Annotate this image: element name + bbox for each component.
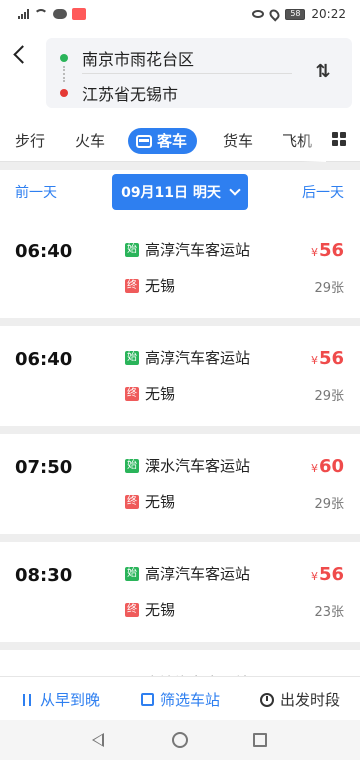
price-value: 56 — [318, 564, 344, 585]
wifi-icon — [34, 9, 48, 19]
seats-left: 29张 — [314, 281, 344, 296]
date-label: 09月11日 明天 — [121, 185, 221, 201]
origin-label: 南京市雨花台区 — [82, 50, 195, 69]
end-tag: 终 — [125, 387, 139, 401]
sort-button[interactable]: 从早到晚 — [20, 689, 100, 710]
start-station: 溧水汽车客运站 — [145, 457, 251, 475]
location-icon — [267, 6, 282, 22]
start-tag: 始 — [125, 567, 139, 581]
route-connector — [63, 66, 65, 82]
destination-label: 江苏省无锡市 — [82, 85, 179, 104]
destination-dot-icon — [60, 89, 68, 97]
nav-back-icon[interactable] — [92, 733, 104, 747]
nav-recent-icon[interactable] — [253, 733, 267, 747]
start-tag: 始 — [125, 459, 139, 473]
status-time: 20:22 — [311, 7, 346, 21]
start-tag: 始 — [125, 351, 139, 365]
trip-card[interactable]: 06:40 始 高淳汽车客运站 终 无锡 ¥56 29张 — [0, 218, 360, 318]
transport-tabs: 步行 火车 客车 货车 飞机 — [0, 118, 360, 162]
status-bar: 58 20:22 — [0, 0, 360, 28]
divider — [82, 73, 292, 74]
route-header: 南京市雨花台区 江苏省无锡市 ⇅ — [0, 28, 360, 118]
nav-home-icon[interactable] — [172, 732, 188, 748]
status-right: 58 20:22 — [252, 6, 346, 22]
filter-label: 筛选车站 — [160, 691, 221, 709]
trip-price: ¥56 — [311, 240, 344, 261]
date-bar: 前一天 09月11日 明天 后一天 — [0, 162, 360, 218]
prev-day-button[interactable]: 前一天 — [15, 182, 57, 202]
currency-symbol: ¥ — [310, 354, 318, 367]
route-box: 南京市雨花台区 江苏省无锡市 ⇅ — [46, 38, 352, 108]
end-tag: 终 — [125, 603, 139, 617]
start-station: 高淳汽车客运站 — [145, 241, 251, 259]
tab-walk[interactable]: 步行 — [15, 128, 45, 154]
origin-field[interactable]: 南京市雨花台区 — [60, 46, 194, 70]
chat-icon — [53, 9, 67, 19]
end-tag: 终 — [125, 495, 139, 509]
system-nav-bar — [0, 720, 360, 760]
origin-dot-icon — [60, 54, 68, 62]
clock-icon — [260, 692, 274, 707]
trip-price: ¥56 — [311, 348, 344, 369]
tab-fade — [302, 118, 326, 162]
grid-menu-icon[interactable] — [332, 132, 346, 146]
end-station: 无锡 — [145, 277, 176, 295]
trip-card[interactable]: 08:30 始 高淳汽车客运站 终 无锡 ¥56 23张 — [0, 542, 360, 642]
end-tag: 终 — [125, 279, 139, 293]
swap-icon[interactable]: ⇅ — [312, 61, 334, 83]
date-selector[interactable]: 09月11日 明天 — [112, 174, 248, 210]
start-station: 高淳汽车客运站 — [145, 349, 251, 367]
seats-left: 29张 — [314, 497, 344, 512]
filter-bar: 从早到晚 筛选车站 出发时段 — [0, 676, 360, 720]
filter-station-button[interactable]: 筛选车站 — [141, 689, 220, 710]
currency-symbol: ¥ — [310, 462, 318, 475]
trip-time: 07:50 — [15, 457, 73, 478]
trip-card[interactable]: 07:50 始 溧水汽车客运站 终 无锡 ¥60 29张 — [0, 434, 360, 534]
trip-card[interactable]: 06:40 始 高淳汽车客运站 终 无锡 ¥56 29张 — [0, 326, 360, 426]
seats-left: 23张 — [314, 605, 344, 620]
chevron-down-icon — [229, 184, 241, 196]
station-filter-icon — [141, 693, 154, 706]
price-value: 60 — [318, 456, 344, 477]
app-notification-icon — [72, 8, 86, 20]
bus-icon — [136, 134, 152, 148]
back-arrow-icon[interactable] — [12, 42, 32, 66]
end-station: 无锡 — [145, 493, 176, 511]
sort-label: 从早到晚 — [40, 691, 101, 709]
tab-truck[interactable]: 货车 — [223, 128, 253, 154]
currency-symbol: ¥ — [310, 246, 318, 259]
trip-price: ¥60 — [311, 456, 344, 477]
trip-time: 08:30 — [15, 565, 73, 586]
departure-time-button[interactable]: 出发时段 — [260, 689, 340, 710]
next-day-button[interactable]: 后一天 — [302, 182, 344, 202]
end-station: 无锡 — [145, 385, 176, 403]
depart-label: 出发时段 — [280, 691, 341, 709]
end-station: 无锡 — [145, 601, 176, 619]
trip-time: 06:40 — [15, 241, 73, 262]
eye-icon — [252, 10, 265, 18]
price-value: 56 — [318, 348, 344, 369]
tab-train[interactable]: 火车 — [75, 128, 105, 154]
seats-left: 29张 — [314, 389, 344, 404]
start-tag: 始 — [125, 243, 139, 257]
sort-icon — [20, 693, 34, 707]
tab-bus[interactable]: 客车 — [128, 128, 198, 154]
tab-bus-label: 客车 — [157, 132, 188, 150]
price-value: 56 — [318, 240, 344, 261]
start-station: 高淳汽车客运站 — [145, 565, 251, 583]
trip-price: ¥56 — [311, 564, 344, 585]
trip-time: 06:40 — [15, 349, 73, 370]
currency-symbol: ¥ — [310, 570, 318, 583]
signal-icon — [18, 9, 29, 19]
battery-icon: 58 — [285, 8, 306, 20]
destination-field[interactable]: 江苏省无锡市 — [60, 81, 178, 105]
status-left — [18, 8, 86, 20]
